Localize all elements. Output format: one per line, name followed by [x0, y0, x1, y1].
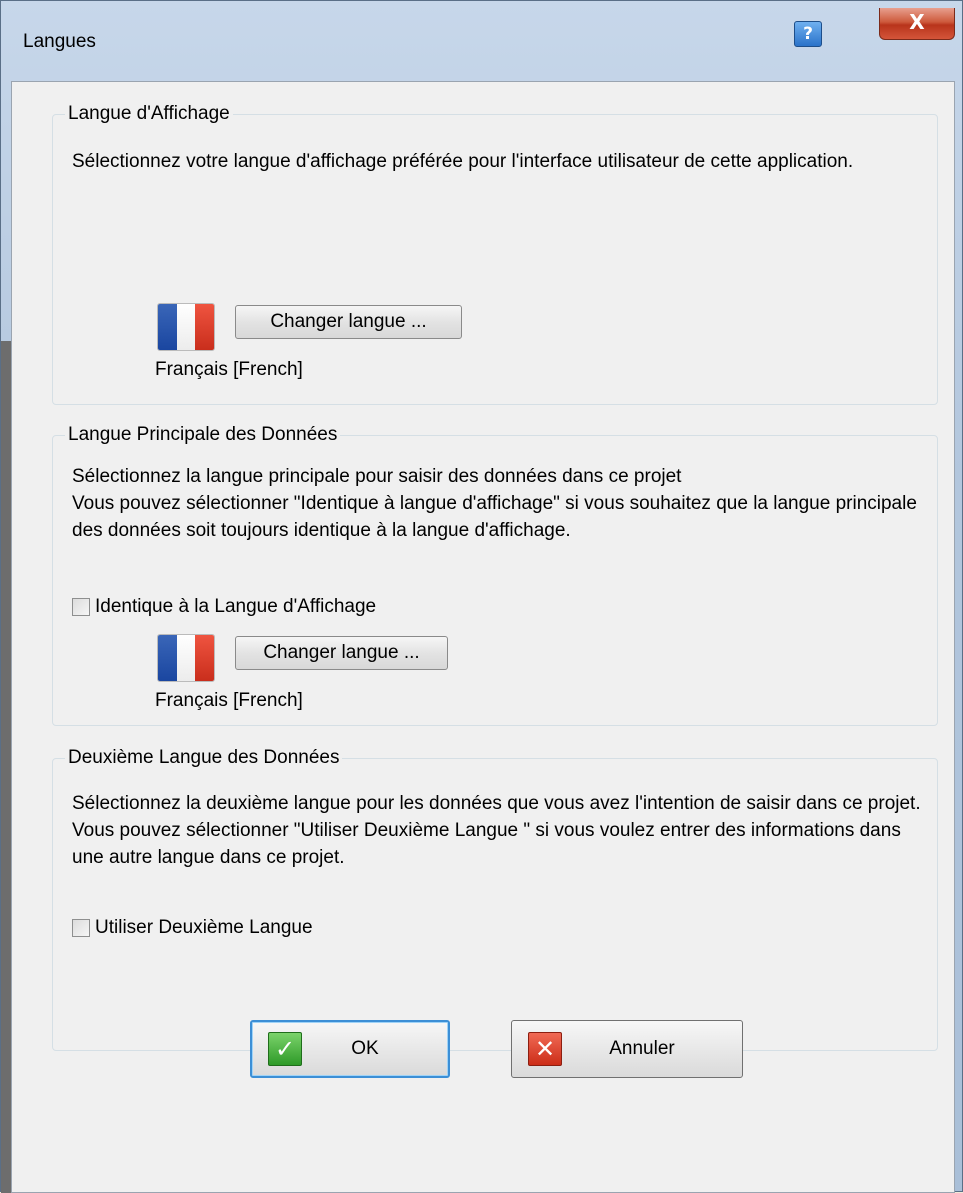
- primary-language-description: Sélectionnez la langue principale pour s…: [72, 466, 917, 541]
- dialog-content: Langue d'Affichage Sélectionnez votre la…: [11, 81, 955, 1193]
- checkmark-icon: ✓: [268, 1032, 302, 1066]
- close-icon: X: [909, 10, 925, 34]
- french-flag-icon: [157, 634, 215, 682]
- title-bar[interactable]: Langues ? X: [1, 1, 963, 81]
- group-title-display-language: Langue d'Affichage: [65, 102, 233, 126]
- cancel-button-label: Annuler: [609, 1038, 675, 1059]
- use-second-language-label[interactable]: Utiliser Deuxième Langue: [95, 917, 313, 939]
- background-strip: [1, 341, 11, 1193]
- close-button[interactable]: X: [879, 8, 955, 40]
- ok-button[interactable]: ✓ OK: [250, 1020, 450, 1078]
- group-title-primary-language: Langue Principale des Données: [65, 423, 341, 447]
- primary-language-group: Langue Principale des Données Sélectionn…: [52, 423, 938, 726]
- second-language-group: Deuxième Langue des Données Sélectionnez…: [52, 746, 938, 1051]
- same-as-display-checkbox[interactable]: [72, 598, 90, 616]
- group-title-second-language: Deuxième Langue des Données: [65, 746, 343, 770]
- dialog-window: Langues ? X Langue d'Affichage Sélection…: [0, 0, 963, 1193]
- second-language-description: Sélectionnez la deuxième langue pour les…: [72, 793, 921, 868]
- primary-language-value: Français [French]: [155, 690, 303, 711]
- display-language-description: Sélectionnez votre langue d'affichage pr…: [72, 151, 854, 172]
- same-as-display-label[interactable]: Identique à la Langue d'Affichage: [95, 596, 376, 618]
- use-second-language-checkbox[interactable]: [72, 919, 90, 937]
- help-button[interactable]: ?: [794, 21, 822, 47]
- same-as-display-checkbox-row[interactable]: Identique à la Langue d'Affichage: [72, 594, 376, 620]
- display-language-group: Langue d'Affichage Sélectionnez votre la…: [52, 102, 938, 405]
- display-language-value: Français [French]: [155, 359, 303, 380]
- use-second-language-checkbox-row[interactable]: Utiliser Deuxième Langue: [72, 915, 313, 941]
- window-title: Langues: [23, 31, 96, 52]
- french-flag-icon: [157, 303, 215, 351]
- cancel-button[interactable]: ✕ Annuler: [511, 1020, 743, 1078]
- cross-icon: ✕: [528, 1032, 562, 1066]
- change-display-language-button[interactable]: Changer langue ...: [235, 305, 462, 339]
- help-icon: ?: [803, 24, 813, 44]
- change-primary-language-button[interactable]: Changer langue ...: [235, 636, 448, 670]
- ok-button-label: OK: [351, 1038, 379, 1059]
